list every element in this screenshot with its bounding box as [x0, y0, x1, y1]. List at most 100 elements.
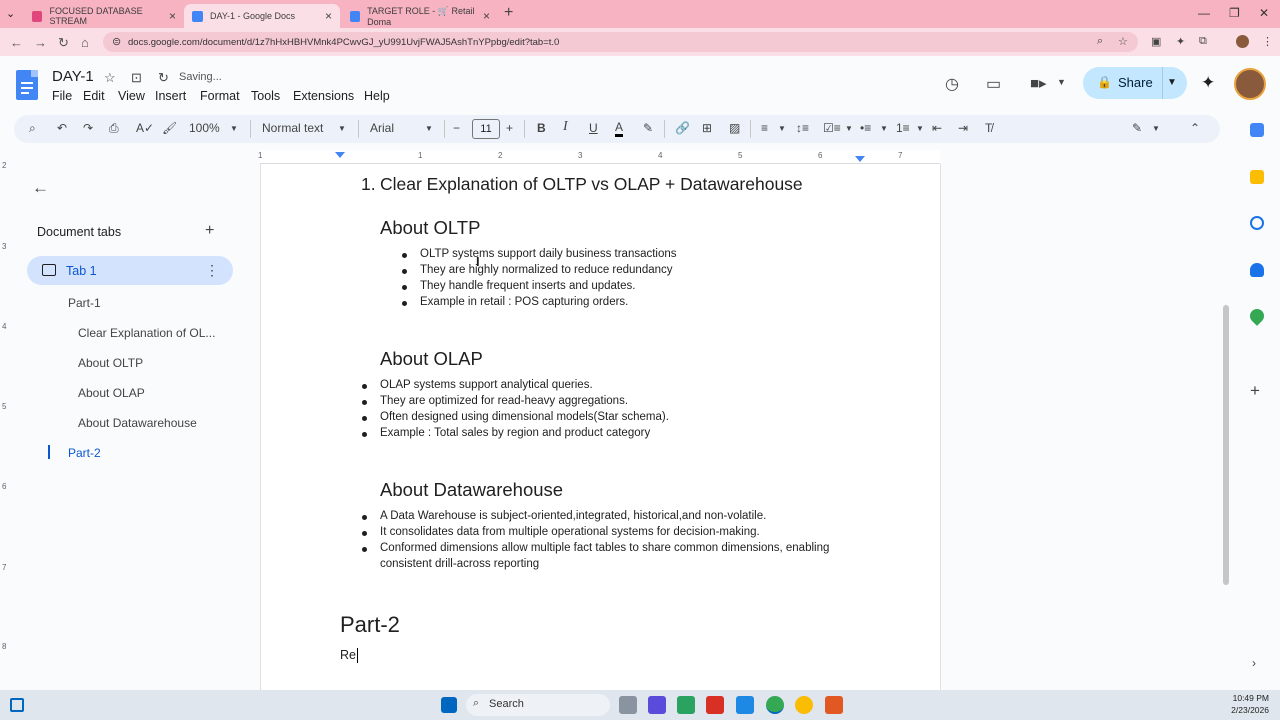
widgets-icon[interactable] [10, 698, 24, 712]
share-chevron-icon[interactable]: ▼ [1167, 77, 1177, 88]
document-scrollbar[interactable] [1223, 305, 1229, 585]
reload-icon[interactable]: ↻ [58, 35, 69, 51]
gemini-sparkle-icon[interactable]: ✦ [1201, 73, 1215, 93]
paint-format-icon[interactable]: 🖌 [162, 121, 177, 135]
taskbar-date[interactable]: 2/23/2026 [1227, 705, 1269, 715]
meet-chevron-icon[interactable]: ▼ [1057, 77, 1066, 87]
undo-icon[interactable]: ↶ [57, 121, 67, 135]
right-indent-marker-icon[interactable] [855, 156, 865, 162]
taskbar-search-box[interactable] [466, 694, 610, 716]
outline-item-about-olap[interactable]: About OLAP [78, 386, 145, 400]
store-icon[interactable] [677, 696, 695, 714]
star-icon[interactable]: ☆ [104, 70, 116, 86]
font-size-input[interactable]: 11 [472, 119, 500, 139]
left-indent-marker-icon[interactable] [335, 152, 345, 158]
font-chevron-icon[interactable]: ▼ [425, 124, 433, 133]
browser-tab-day1[interactable]: DAY-1 - Google Docs × [184, 4, 340, 28]
clear-formatting-icon[interactable]: T̸ [985, 121, 992, 135]
editing-mode-chevron-icon[interactable]: ▼ [1152, 124, 1160, 133]
menu-view[interactable]: View [118, 89, 145, 103]
outline-item-about-datawarehouse[interactable]: About Datawarehouse [78, 416, 197, 430]
close-window-icon[interactable]: ✕ [1259, 6, 1269, 20]
forward-icon[interactable]: → [34, 35, 47, 50]
outline-item-about-oltp[interactable]: About OLTP [78, 356, 143, 370]
number-chevron-icon[interactable]: ▼ [916, 124, 924, 133]
align-chevron-icon[interactable]: ▼ [778, 124, 786, 133]
document-title[interactable]: DAY-1 [52, 68, 94, 85]
calendar-icon[interactable] [1250, 123, 1264, 137]
numbered-list-icon[interactable]: 1≡ [896, 121, 910, 135]
get-addons-plus-icon[interactable]: + [1250, 381, 1260, 401]
outline-item-clear-explanation[interactable]: Clear Explanation of OL... [78, 326, 215, 340]
decrease-font-size-icon[interactable]: − [453, 121, 460, 135]
menu-tools[interactable]: Tools [251, 89, 280, 103]
insert-comment-icon[interactable]: ⊞ [702, 121, 712, 135]
site-info-icon[interactable]: ⊜ [112, 35, 121, 48]
italic-icon[interactable]: I [563, 119, 568, 135]
keep-icon[interactable] [1250, 170, 1264, 184]
outline-item-part-2[interactable]: Part-2 [68, 446, 101, 460]
tab-search-chevron-icon[interactable]: ⌄ [6, 7, 15, 20]
bold-icon[interactable]: B [537, 121, 546, 135]
spellcheck-icon[interactable]: A✓ [136, 121, 154, 135]
browser-tab-target-role[interactable]: TARGET ROLE - 🛒 Retail Doma × [342, 4, 498, 28]
hide-menus-chevron-icon[interactable]: ⌃ [1190, 121, 1200, 135]
highlight-color-icon[interactable]: ✎ [643, 121, 653, 135]
chrome-icon[interactable] [766, 696, 784, 714]
insert-link-icon[interactable]: 🔗 [675, 121, 690, 135]
screenshot-icon[interactable]: ▣ [1151, 35, 1161, 48]
home-icon[interactable]: ⌂ [81, 35, 89, 50]
checklist-chevron-icon[interactable]: ▼ [845, 124, 853, 133]
extensions-puzzle-icon[interactable]: ⧉ [1199, 35, 1207, 48]
version-history-icon[interactable]: ◷ [945, 74, 959, 94]
tab-options-more-icon[interactable]: ⋮ [205, 262, 219, 279]
comments-icon[interactable]: ▭ [986, 74, 1001, 94]
menu-help[interactable]: Help [364, 89, 390, 103]
menu-extensions[interactable]: Extensions [293, 89, 354, 103]
redo-icon[interactable]: ↷ [83, 121, 93, 135]
maximize-icon[interactable]: ❐ [1229, 6, 1240, 20]
font-family-select[interactable]: Arial [370, 121, 394, 135]
bulleted-list-icon[interactable]: •≡ [860, 121, 871, 135]
browser-menu-icon[interactable]: ⋮ [1262, 35, 1273, 48]
close-tab-icon[interactable]: × [325, 9, 332, 23]
outline-item-part-1[interactable]: Part-1 [68, 296, 101, 310]
horizontal-ruler[interactable] [260, 150, 940, 164]
insert-image-icon[interactable]: ▨ [729, 121, 740, 135]
increase-indent-icon[interactable]: ⇥ [958, 121, 968, 135]
tab-1-item[interactable] [27, 256, 233, 285]
increase-font-size-icon[interactable]: + [506, 121, 513, 135]
close-outline-back-icon[interactable]: ← [32, 178, 49, 198]
contacts-icon[interactable] [1250, 263, 1264, 277]
paragraph-style-select[interactable]: Normal text [262, 121, 323, 135]
underline-icon[interactable]: U [589, 121, 598, 135]
zoom-chevron-icon[interactable]: ▼ [230, 124, 238, 133]
teams-icon[interactable] [648, 696, 666, 714]
zoom-icon[interactable]: ⌕ [1097, 35, 1103, 48]
close-tab-icon[interactable]: × [483, 9, 490, 23]
close-tab-icon[interactable]: × [169, 9, 176, 23]
task-view-icon[interactable] [619, 696, 637, 714]
bullet-chevron-icon[interactable]: ▼ [880, 124, 888, 133]
editing-mode-pencil-icon[interactable]: ✎ [1132, 121, 1142, 135]
align-icon[interactable]: ≡ [761, 121, 768, 135]
search-menus-icon[interactable]: ⌕ [29, 121, 36, 136]
back-icon[interactable]: ← [10, 35, 23, 50]
app-icon[interactable] [825, 696, 843, 714]
style-chevron-icon[interactable]: ▼ [338, 124, 346, 133]
account-avatar[interactable] [1234, 68, 1266, 100]
tasks-icon[interactable] [1250, 216, 1264, 230]
edge-app-icon[interactable] [736, 696, 754, 714]
taskbar-time[interactable]: 10:49 PM [1227, 693, 1269, 703]
chrome-profile-icon[interactable] [795, 696, 813, 714]
line-spacing-icon[interactable]: ↕≡ [796, 121, 809, 135]
decrease-indent-icon[interactable]: ⇤ [932, 121, 942, 135]
bookmark-star-icon[interactable]: ☆ [1118, 35, 1128, 48]
checklist-icon[interactable]: ☑≡ [823, 121, 841, 135]
add-tab-plus-icon[interactable]: + [205, 222, 214, 240]
excel-red-icon[interactable] [706, 696, 724, 714]
move-folder-icon[interactable]: ⊡ [131, 70, 142, 86]
collapse-side-panel-icon[interactable]: › [1252, 656, 1256, 670]
menu-format[interactable]: Format [200, 89, 240, 103]
menu-insert[interactable]: Insert [155, 89, 186, 103]
